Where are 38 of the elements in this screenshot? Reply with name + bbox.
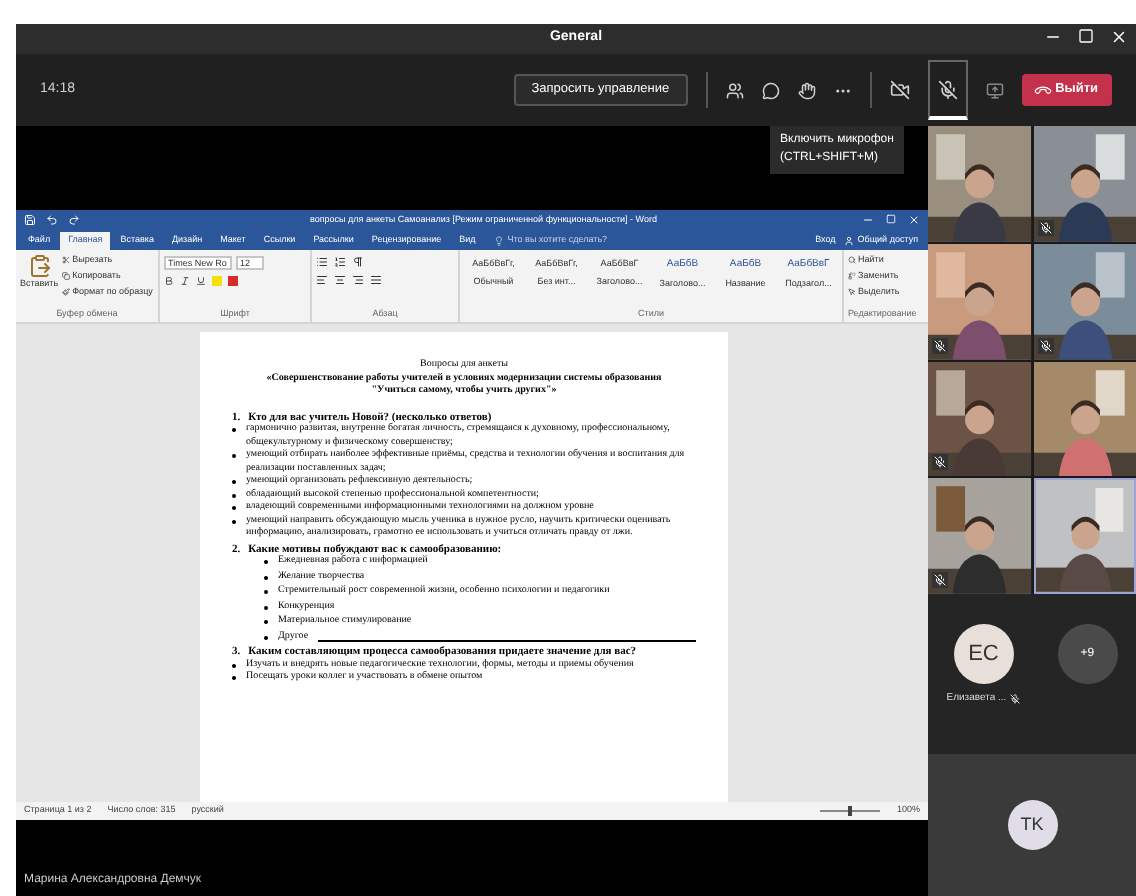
brush-icon (62, 287, 71, 296)
undo-icon[interactable] (46, 214, 58, 226)
underline-icon[interactable] (196, 276, 206, 286)
avatar: TK (1007, 800, 1057, 850)
align-center-icon[interactable] (334, 274, 346, 286)
font-color-icon[interactable] (228, 276, 238, 286)
save-icon[interactable] (24, 214, 36, 226)
redo-icon[interactable] (68, 214, 80, 226)
maximize-icon[interactable] (886, 214, 896, 224)
clipboard-icon (27, 254, 52, 278)
pilcrow-icon[interactable] (352, 256, 364, 268)
maximize-icon[interactable] (1078, 28, 1094, 44)
chat-icon[interactable] (761, 81, 780, 99)
align-left-icon[interactable] (316, 274, 328, 286)
phone-icon (1032, 80, 1053, 100)
copy-icon (62, 272, 71, 281)
scissors-icon (62, 256, 71, 265)
participants-icon[interactable] (725, 81, 744, 99)
camera-off-icon[interactable] (889, 80, 910, 100)
justify-icon[interactable] (370, 274, 382, 286)
close-icon[interactable] (908, 214, 920, 226)
zoom-slider-thumb[interactable] (848, 806, 853, 816)
align-right-icon[interactable] (352, 274, 364, 286)
replace-icon (848, 272, 856, 281)
italic-icon[interactable] (180, 276, 190, 286)
avatar: EC (953, 624, 1014, 684)
person-icon (843, 236, 854, 246)
search-icon (848, 256, 856, 265)
lightbulb-icon (493, 236, 504, 246)
pointer-icon (848, 287, 856, 296)
mic-off-icon (937, 79, 958, 99)
raise-hand-icon[interactable] (797, 81, 816, 99)
bold-icon[interactable] (164, 276, 174, 286)
close-icon[interactable] (1110, 28, 1128, 46)
numbering-icon[interactable] (334, 256, 346, 268)
bullets-icon[interactable] (316, 256, 328, 268)
share-screen-icon[interactable] (985, 81, 1004, 99)
microphone-button[interactable] (927, 60, 968, 120)
